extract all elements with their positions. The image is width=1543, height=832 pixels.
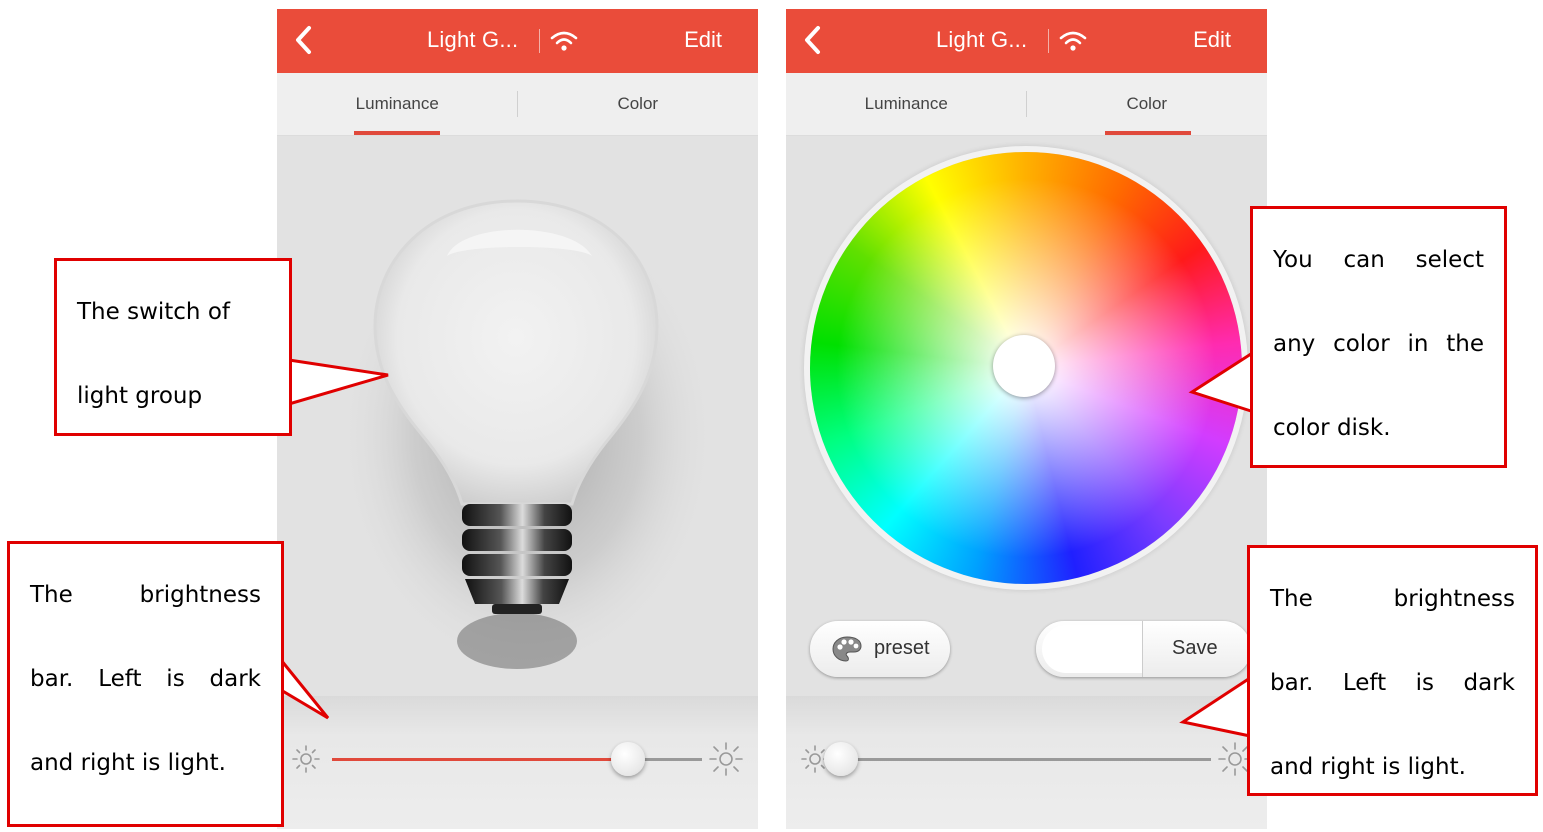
callout-color-disk: You can select any color in the color di…: [1250, 206, 1507, 468]
callout-switch: The switch of light group: [54, 258, 292, 436]
callout-brightness-right: The brightness bar. Left is dark and rig…: [1247, 545, 1538, 796]
callout-brightness-left: The brightness bar. Left is dark and rig…: [7, 541, 284, 827]
